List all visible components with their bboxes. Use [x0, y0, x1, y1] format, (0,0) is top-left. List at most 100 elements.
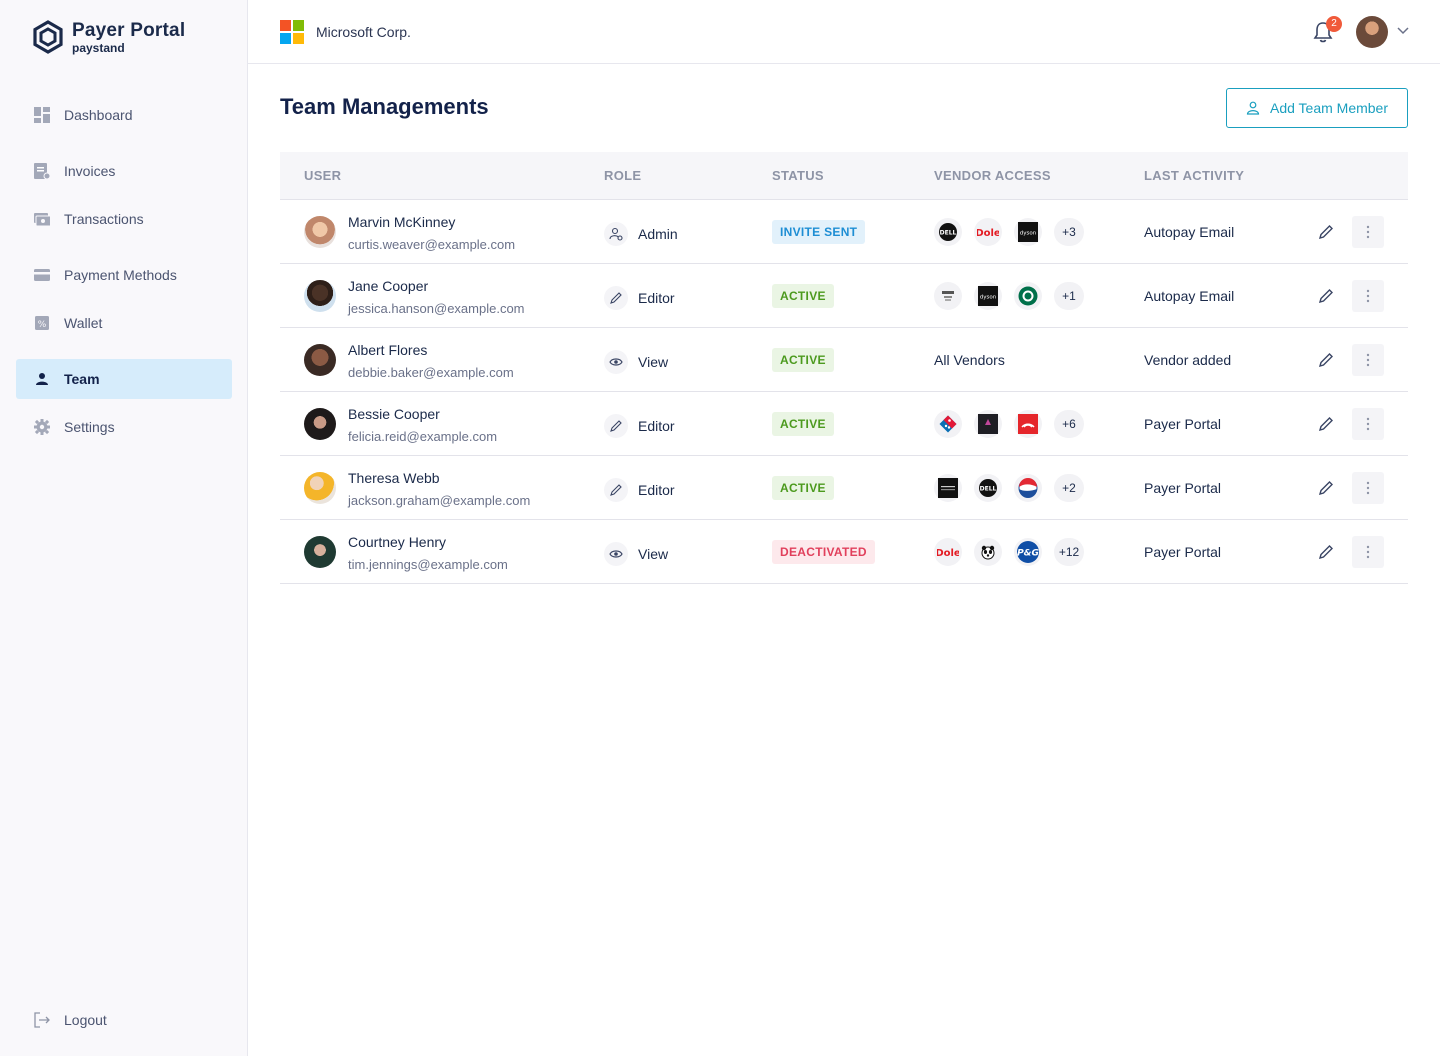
vendor-count[interactable]: +6 — [1054, 410, 1084, 438]
role-label: View — [638, 546, 669, 562]
vendor-logo-icon — [974, 410, 1002, 438]
edit-icon[interactable] — [1318, 224, 1334, 240]
dominos-logo-icon — [934, 410, 962, 438]
status-badge: ACTIVE — [772, 412, 834, 436]
dashboard-icon — [34, 107, 50, 123]
vendor-count[interactable]: +3 — [1054, 218, 1084, 246]
role-label: Editor — [638, 290, 675, 306]
user-name: Albert Flores — [348, 342, 428, 358]
table-row[interactable]: Theresa Webb jackson.graham@example.com … — [280, 456, 1408, 520]
user-avatar[interactable] — [1356, 16, 1388, 48]
edit-icon[interactable] — [1318, 288, 1334, 304]
role: Editor — [604, 414, 675, 438]
more-vertical-icon — [1366, 225, 1370, 239]
status-badge: ACTIVE — [772, 348, 834, 372]
vendor-access: dyson +1 — [934, 282, 1084, 310]
brand[interactable]: Payer Portal paystand — [32, 20, 185, 54]
dell-logo-icon: DELL — [974, 474, 1002, 502]
vendor-count[interactable]: +2 — [1054, 474, 1084, 502]
role: View — [604, 542, 668, 566]
sidebar-item-settings[interactable]: Settings — [16, 407, 232, 447]
role-label: Editor — [638, 418, 675, 434]
status-badge: DEACTIVATED — [772, 540, 875, 564]
more-options-button[interactable] — [1352, 408, 1384, 440]
sidebar-item-wallet[interactable]: % Wallet — [16, 303, 232, 343]
column-header-role[interactable]: ROLE — [604, 168, 641, 183]
table-header: USER ROLE STATUS VENDOR ACCESS LAST ACTI… — [280, 152, 1408, 200]
wallet-icon: % — [35, 316, 49, 330]
role: Editor — [604, 478, 675, 502]
table-row[interactable]: Bessie Cooper felicia.reid@example.com E… — [280, 392, 1408, 456]
sidebar-item-team[interactable]: Team — [16, 359, 232, 399]
sidebar-item-transactions[interactable]: Transactions — [16, 199, 232, 239]
brand-subtitle: paystand — [72, 41, 125, 55]
edit-icon[interactable] — [1318, 352, 1334, 368]
table-row[interactable]: Albert Flores debbie.baker@example.com V… — [280, 328, 1408, 392]
edit-icon[interactable] — [1318, 544, 1334, 560]
status-badge: ACTIVE — [772, 476, 834, 500]
chevron-down-icon[interactable] — [1396, 26, 1410, 36]
column-header-status[interactable]: STATUS — [772, 168, 824, 183]
status-badge: INVITE SENT — [772, 220, 866, 244]
avatar — [304, 216, 336, 248]
add-team-member-label: Add Team Member — [1269, 100, 1388, 116]
user-name: Bessie Cooper — [348, 406, 440, 422]
last-activity: Payer Portal — [1144, 416, 1222, 432]
avatar — [304, 408, 336, 440]
pencil-icon — [604, 478, 628, 502]
svg-text:Dole: Dole — [937, 548, 959, 559]
edit-icon[interactable] — [1318, 416, 1334, 432]
column-header-user[interactable]: USER — [304, 168, 341, 183]
last-activity: Payer Portal — [1144, 544, 1222, 560]
logout-button[interactable]: Logout — [16, 1000, 232, 1040]
last-activity: Vendor added — [1144, 352, 1232, 368]
north-face-logo-icon — [1014, 410, 1042, 438]
column-header-last-activity[interactable]: LAST ACTIVITY — [1144, 168, 1244, 183]
table-row[interactable]: Courtney Henry tim.jennings@example.com … — [280, 520, 1408, 584]
edit-icon[interactable] — [1318, 480, 1334, 496]
last-activity: Autopay Email — [1144, 288, 1235, 304]
card-icon — [34, 269, 50, 281]
more-options-button[interactable] — [1352, 472, 1384, 504]
svg-text:P&G: P&G — [1017, 549, 1039, 559]
sidebar-item-label: Payment Methods — [64, 267, 177, 283]
invoice-icon — [34, 163, 50, 179]
svg-text:dyson: dyson — [1020, 231, 1037, 237]
table-row[interactable]: Marvin McKinney curtis.weaver@example.co… — [280, 200, 1408, 264]
vendor-access: +6 — [934, 410, 1084, 438]
role-label: View — [638, 354, 669, 370]
svg-text:DELL: DELL — [940, 230, 957, 237]
user-email: jessica.hanson@example.com — [348, 301, 525, 316]
company-selector[interactable]: Microsoft Corp. — [280, 20, 411, 44]
sidebar-item-label: Wallet — [64, 315, 103, 331]
transactions-icon — [34, 213, 50, 227]
logout-label: Logout — [64, 1012, 107, 1028]
vendor-logo-icon — [934, 474, 962, 502]
eye-icon — [604, 350, 628, 374]
sidebar-item-label: Team — [64, 371, 100, 387]
vendor-count[interactable]: +12 — [1054, 538, 1084, 566]
more-options-button[interactable] — [1352, 344, 1384, 376]
vendor-count[interactable]: +1 — [1054, 282, 1084, 310]
more-options-button[interactable] — [1352, 536, 1384, 568]
status-badge: ACTIVE — [772, 284, 834, 308]
pepsi-logo-icon — [1014, 474, 1042, 502]
pencil-icon — [604, 286, 628, 310]
more-vertical-icon — [1366, 545, 1370, 559]
sidebar-item-invoices[interactable]: Invoices — [16, 151, 232, 191]
starbucks-logo-icon — [1014, 282, 1042, 310]
sidebar-item-payment-methods[interactable]: Payment Methods — [16, 255, 232, 295]
vendor-access: DELL +2 — [934, 474, 1084, 502]
pg-logo-icon: P&G — [1014, 538, 1042, 566]
user-name: Theresa Webb — [348, 470, 440, 486]
column-header-vendor-access[interactable]: VENDOR ACCESS — [934, 168, 1051, 183]
role: Admin — [604, 222, 678, 246]
table-row[interactable]: Jane Cooper jessica.hanson@example.com E… — [280, 264, 1408, 328]
more-options-button[interactable] — [1352, 280, 1384, 312]
sidebar-item-dashboard[interactable]: Dashboard — [16, 95, 232, 135]
more-options-button[interactable] — [1352, 216, 1384, 248]
role-label: Editor — [638, 482, 675, 498]
vendor-access: Dole P&G +12 — [934, 538, 1084, 566]
add-team-member-button[interactable]: Add Team Member — [1226, 88, 1408, 128]
more-vertical-icon — [1366, 289, 1370, 303]
